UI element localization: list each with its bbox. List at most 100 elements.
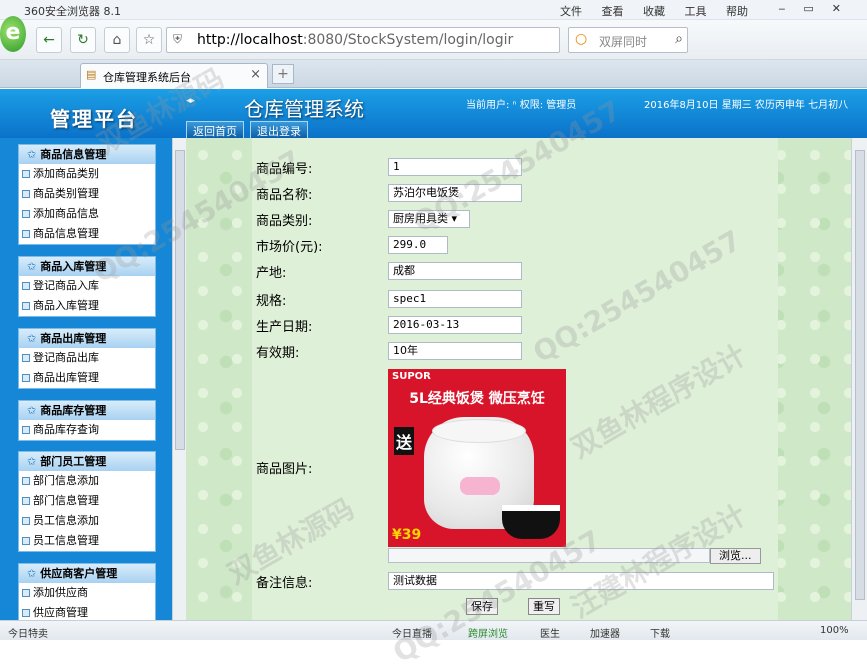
list-bullet-icon — [22, 609, 30, 617]
remark-input[interactable]: 测试数据 — [388, 572, 774, 590]
field-label: 商品编号: — [256, 162, 313, 177]
sidebar-item[interactable]: 添加商品信息 — [19, 204, 155, 224]
scrollbar-thumb[interactable] — [855, 150, 865, 600]
sidebar-item[interactable]: 商品入库管理 — [19, 296, 155, 316]
spec-input[interactable]: spec1 — [388, 290, 522, 308]
sidebar-item-label: 登记商品入库 — [33, 279, 99, 292]
logout-button[interactable]: 退出登录 — [250, 121, 308, 138]
sidebar-item[interactable]: 商品信息管理 — [19, 224, 155, 244]
sidebar-item[interactable]: 部门信息添加 — [19, 471, 155, 491]
sidebar-section-header[interactable]: ✩ 部门员工管理 — [19, 452, 155, 471]
list-bullet-icon — [22, 210, 30, 218]
sidebar-item-label: 添加商品类别 — [33, 167, 99, 180]
sidebar-item-label: 商品类别管理 — [33, 187, 99, 200]
sidebar-item-label: 供应商管理 — [33, 606, 88, 619]
search-input[interactable]: 双屏同时 — [599, 33, 647, 50]
image-price-text: ¥39 — [392, 527, 422, 543]
price-input[interactable]: 299.0 — [388, 236, 448, 254]
sidebar-item-label: 员工信息添加 — [33, 514, 99, 527]
status-item[interactable]: 加速器 — [590, 625, 620, 640]
list-bullet-icon — [22, 477, 30, 485]
sidebar-item[interactable]: 登记商品出库 — [19, 348, 155, 368]
search-icon[interactable]: ⌕ — [675, 31, 683, 47]
url-text: http://localhost:8080/StockSystem/login/… — [197, 32, 514, 48]
browser-menu-bar: 文件 查看 收藏 工具 帮助 — [560, 3, 764, 19]
sidebar-scrollbar[interactable] — [172, 138, 186, 620]
product-id-input[interactable]: 1 — [388, 158, 522, 176]
status-item[interactable]: 今日特卖 — [8, 625, 48, 640]
sidebar-section-header[interactable]: ✩ 商品库存管理 — [19, 401, 155, 420]
menu-tools[interactable]: 工具 — [685, 5, 707, 18]
back-icon[interactable]: ← — [36, 27, 62, 53]
sidebar-item[interactable]: 添加供应商 — [19, 583, 155, 603]
list-bullet-icon — [22, 497, 30, 505]
scrollbar-thumb[interactable] — [175, 150, 185, 450]
date-text: 2016年8月10日 星期三 农历丙申年 七月初八 — [644, 100, 849, 111]
window-controls[interactable]: ‒▭✕ — [778, 2, 859, 15]
sidebar-item[interactable]: 部门信息管理 — [19, 491, 155, 511]
active-tab[interactable]: ▤ 仓库管理系统后台 × — [80, 63, 268, 88]
sidebar-section-header[interactable]: ✩ 商品信息管理 — [19, 145, 155, 164]
menu-file[interactable]: 文件 — [560, 5, 582, 18]
star-icon: ✩ — [27, 404, 37, 417]
section-title: 商品库存管理 — [40, 404, 107, 417]
sidebar-item[interactable]: 登记商品入库 — [19, 276, 155, 296]
zoom-level[interactable]: 100% — [820, 625, 849, 636]
address-bar[interactable]: ⛨ http://localhost:8080/StockSystem/logi… — [166, 27, 560, 53]
category-select-value: 厨房用具类 — [393, 212, 448, 225]
sidebar-item[interactable]: 商品类别管理 — [19, 184, 155, 204]
menu-help[interactable]: 帮助 — [726, 5, 748, 18]
status-item[interactable]: 医生 — [540, 625, 560, 640]
field-label: 市场价(元): — [256, 240, 323, 255]
chevron-down-icon: ▾ — [451, 212, 458, 225]
sidebar-item[interactable]: 商品出库管理 — [19, 368, 155, 388]
section-title: 商品入库管理 — [40, 260, 107, 273]
field-label: 商品名称: — [256, 188, 313, 203]
browser-logo: e — [0, 16, 26, 52]
sidebar-item[interactable]: 供应商管理 — [19, 603, 155, 620]
search-box[interactable]: ○ 双屏同时 ⌕ — [568, 27, 688, 53]
sidebar-section-header[interactable]: ✩ 商品出库管理 — [19, 329, 155, 348]
status-item[interactable]: 今日直播 — [392, 625, 432, 640]
system-title: 仓库管理系统 — [244, 97, 364, 121]
home-button[interactable]: 返回首页 — [186, 121, 244, 138]
status-item[interactable]: 下载 — [650, 625, 670, 640]
collapse-sidebar-icon[interactable]: ◂▸ — [186, 96, 195, 106]
shield-icon: ⛨ — [173, 32, 183, 46]
new-tab-button[interactable]: + — [272, 64, 294, 84]
section-title: 部门员工管理 — [40, 455, 107, 468]
sidebar-item[interactable]: 添加商品类别 — [19, 164, 155, 184]
tab-title: 仓库管理系统后台 — [103, 71, 191, 84]
field-label: 商品类别: — [256, 214, 313, 229]
star-icon[interactable]: ☆ — [136, 27, 162, 53]
menu-view[interactable]: 查看 — [602, 5, 624, 18]
sidebar-item[interactable]: 商品库存查询 — [19, 420, 155, 440]
browse-button[interactable]: 浏览... — [710, 548, 761, 564]
category-select[interactable]: 厨房用具类 ▾ — [388, 210, 470, 228]
validity-input[interactable]: 10年 — [388, 342, 522, 360]
browser-title: 360安全浏览器 8.1 — [24, 5, 121, 18]
close-tab-icon[interactable]: × — [250, 67, 261, 82]
product-name-input[interactable]: 苏泊尔电饭煲 — [388, 184, 522, 202]
sidebar-section-header[interactable]: ✩ 商品入库管理 — [19, 257, 155, 276]
status-bar: 今日特卖 今日直播 跨屏浏览 医生 加速器 下载 100% — [0, 620, 867, 640]
status-item[interactable]: 跨屏浏览 — [468, 625, 508, 640]
browser-title-bar: 360安全浏览器 8.1 文件 查看 收藏 工具 帮助 ‒▭✕ — [0, 0, 867, 20]
sidebar-item[interactable]: 员工信息管理 — [19, 531, 155, 551]
save-button[interactable]: 保存 — [466, 598, 498, 615]
star-icon: ✩ — [27, 455, 37, 468]
sidebar-section-header[interactable]: ✩ 供应商客户管理 — [19, 564, 155, 583]
home-icon[interactable]: ⌂ — [104, 27, 130, 53]
origin-input[interactable]: 成都 — [388, 262, 522, 280]
reset-button[interactable]: 重写 — [528, 598, 560, 615]
refresh-icon[interactable]: ↻ — [70, 27, 96, 53]
sidebar-item[interactable]: 员工信息添加 — [19, 511, 155, 531]
browser-toolbar: ← ↻ ⌂ ☆ ⛨ http://localhost:8080/StockSys… — [0, 20, 867, 60]
sidebar-item-label: 登记商品出库 — [33, 351, 99, 364]
menu-favorites[interactable]: 收藏 — [643, 5, 665, 18]
file-path-input[interactable] — [388, 548, 710, 563]
production-date-input[interactable]: 2016-03-13 — [388, 316, 522, 334]
content-scrollbar[interactable] — [851, 138, 867, 620]
sidebar: ✩ 商品信息管理 添加商品类别 商品类别管理 添加商品信息 商品信息管理 ✩ 商品入… — [0, 138, 172, 620]
rice-cooker-panel-graphic — [460, 477, 500, 495]
